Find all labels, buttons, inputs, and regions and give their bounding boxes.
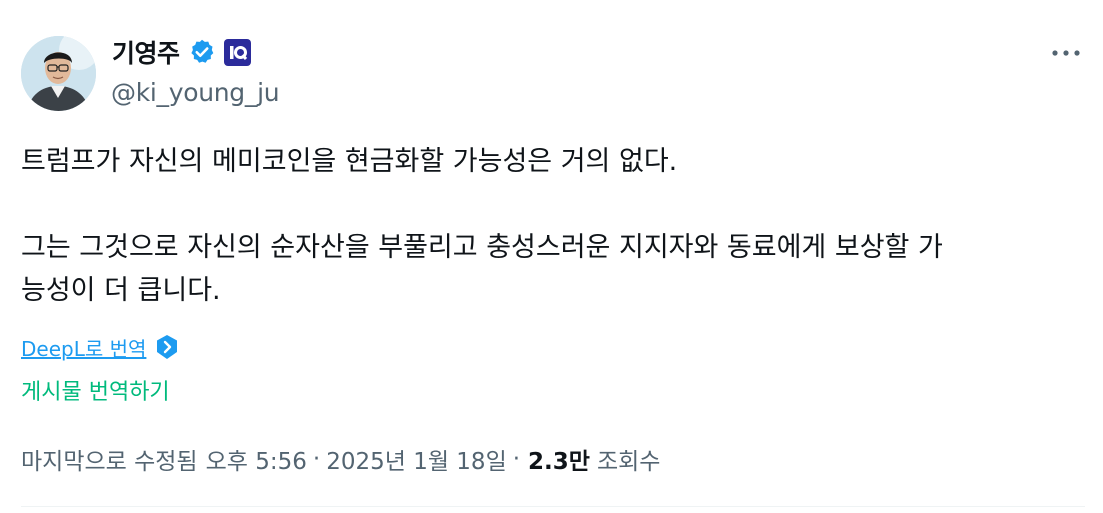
verified-badge-icon[interactable] <box>188 38 216 66</box>
author-handle[interactable]: @ki_young_ju <box>111 78 280 107</box>
divider <box>21 506 1085 507</box>
tweet-meta: 마지막으로 수정됨 오후 5:56 · 2025년 1월 18일 · 2.3만 … <box>21 442 660 476</box>
tweet-paragraph-1: 트럼프가 자신의 메미코인을 현금화할 가능성은 거의 없다. <box>21 146 678 177</box>
edited-label[interactable]: 마지막으로 수정됨 <box>21 442 198 476</box>
author-name-row: 기영주 <box>112 34 251 70</box>
cryptoquant-badge-icon[interactable] <box>223 38 251 66</box>
more-options-button[interactable] <box>1048 38 1084 68</box>
author-display-name[interactable]: 기영주 <box>112 34 180 70</box>
tweet-paragraph-2: 그는 그것으로 자신의 순자산을 부풀리고 충성스러운 지지자와 동료에게 보상… <box>21 226 1085 312</box>
more-dots-icon <box>1052 50 1080 56</box>
meta-separator-1: · <box>312 446 321 472</box>
tweet-date[interactable]: 2025년 1월 18일 <box>326 442 507 476</box>
tweet-card: 기영주 @ki_young_ju 트럼프가 자신의 메미코인을 현금화할 가능성… <box>0 0 1103 513</box>
deepl-icon[interactable] <box>154 334 180 360</box>
tweet-paragraph-2-line-1: 그는 그것으로 자신의 순자산을 부풀리고 충성스러운 지지자와 동료에게 보상… <box>21 232 943 263</box>
tweet-body: 트럼프가 자신의 메미코인을 현금화할 가능성은 거의 없다. 그는 그것으로 … <box>21 140 1085 312</box>
avatar[interactable] <box>21 36 96 111</box>
meta-separator-2: · <box>512 446 521 472</box>
tweet-time[interactable]: 오후 5:56 <box>206 442 307 476</box>
views-label: 조회수 <box>596 449 661 475</box>
tweet-paragraph-2-line-2: 능성이 더 큽니다. <box>21 275 221 306</box>
translate-post-button[interactable]: 게시물 번역하기 <box>21 374 170 406</box>
deepl-translate-row: DeepL로 번역 <box>21 333 180 361</box>
views-count: 2.3만 <box>528 449 590 475</box>
deepl-translate-link[interactable]: DeepL로 번역 <box>21 333 146 362</box>
